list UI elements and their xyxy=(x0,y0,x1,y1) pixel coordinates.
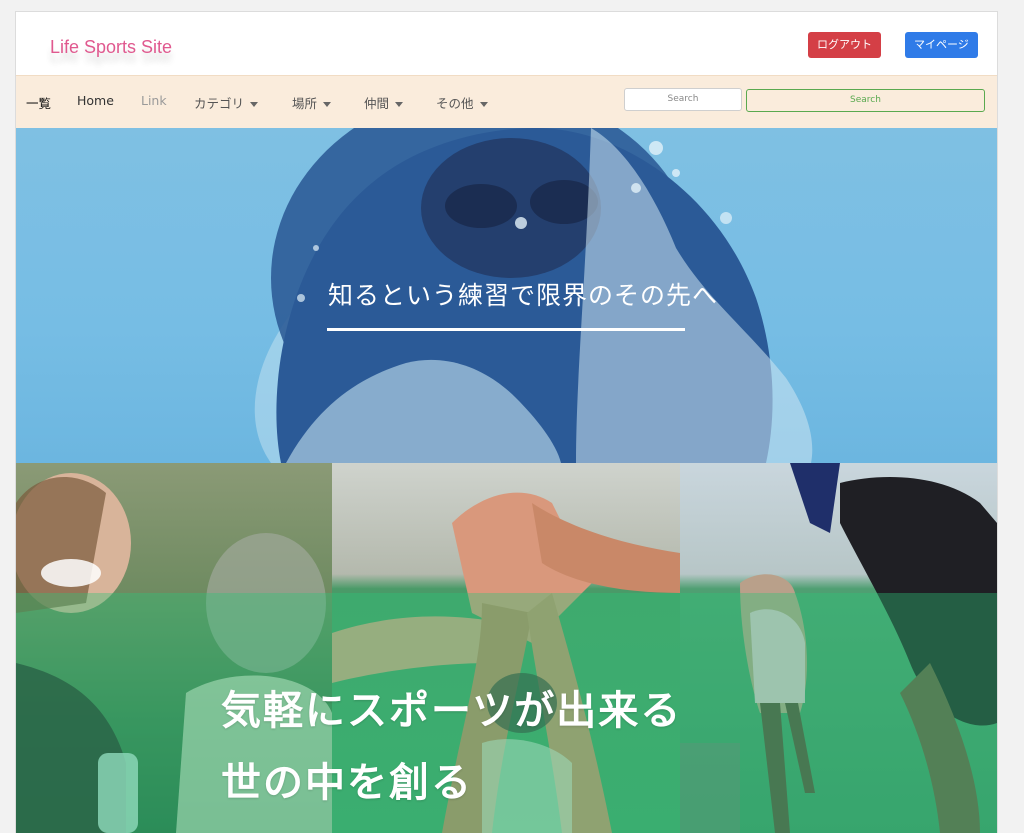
search-input[interactable]: Search xyxy=(624,88,742,111)
hero-headline-line2: 世の中を創る xyxy=(221,760,473,806)
nav-dropdown-other[interactable]: その他 xyxy=(436,93,488,112)
nav-brand-list[interactable]: 一覧 xyxy=(26,93,51,112)
caret-down-icon xyxy=(479,102,488,107)
mypage-button[interactable]: マイページ xyxy=(905,32,978,58)
caret-down-icon xyxy=(323,102,332,107)
nav-home-link[interactable]: Home xyxy=(77,93,114,108)
nav-dropdown-label: カテゴリ xyxy=(194,96,245,111)
site-logo[interactable]: Life Sports Site xyxy=(50,37,172,58)
hero-collage: 気軽にスポーツが出来る 世の中を創る xyxy=(16,463,997,833)
caret-down-icon xyxy=(395,102,404,107)
logout-button[interactable]: ログアウト xyxy=(808,32,881,58)
hero-caption-underline xyxy=(327,328,685,331)
navbar: 一覧 Home Link カテゴリ 場所 仲間 その他 Search Searc… xyxy=(16,75,997,128)
hero-caption: 知るという練習で限界のその先へ xyxy=(328,281,719,310)
hero-headline-line1: 気軽にスポーツが出来る xyxy=(221,688,683,734)
caret-down-icon xyxy=(250,102,259,107)
nav-dropdown-place[interactable]: 場所 xyxy=(292,93,332,112)
hero-headline: 気軽にスポーツが出来る 世の中を創る xyxy=(221,675,682,819)
nav-dropdown-label: 仲間 xyxy=(364,96,390,111)
nav-dropdown-category[interactable]: カテゴリ xyxy=(194,93,259,112)
nav-link-disabled[interactable]: Link xyxy=(141,93,167,108)
nav-dropdown-friends[interactable]: 仲間 xyxy=(364,93,404,112)
nav-dropdown-label: 場所 xyxy=(292,96,318,111)
top-header: Life Sports Site ログアウト マイページ xyxy=(16,12,997,75)
hero-swimmer-banner: 知るという練習で限界のその先へ xyxy=(16,128,997,463)
search-button[interactable]: Search xyxy=(746,89,985,112)
page: Life Sports Site ログアウト マイページ 一覧 Home Lin… xyxy=(15,11,998,833)
nav-dropdown-label: その他 xyxy=(436,96,474,111)
